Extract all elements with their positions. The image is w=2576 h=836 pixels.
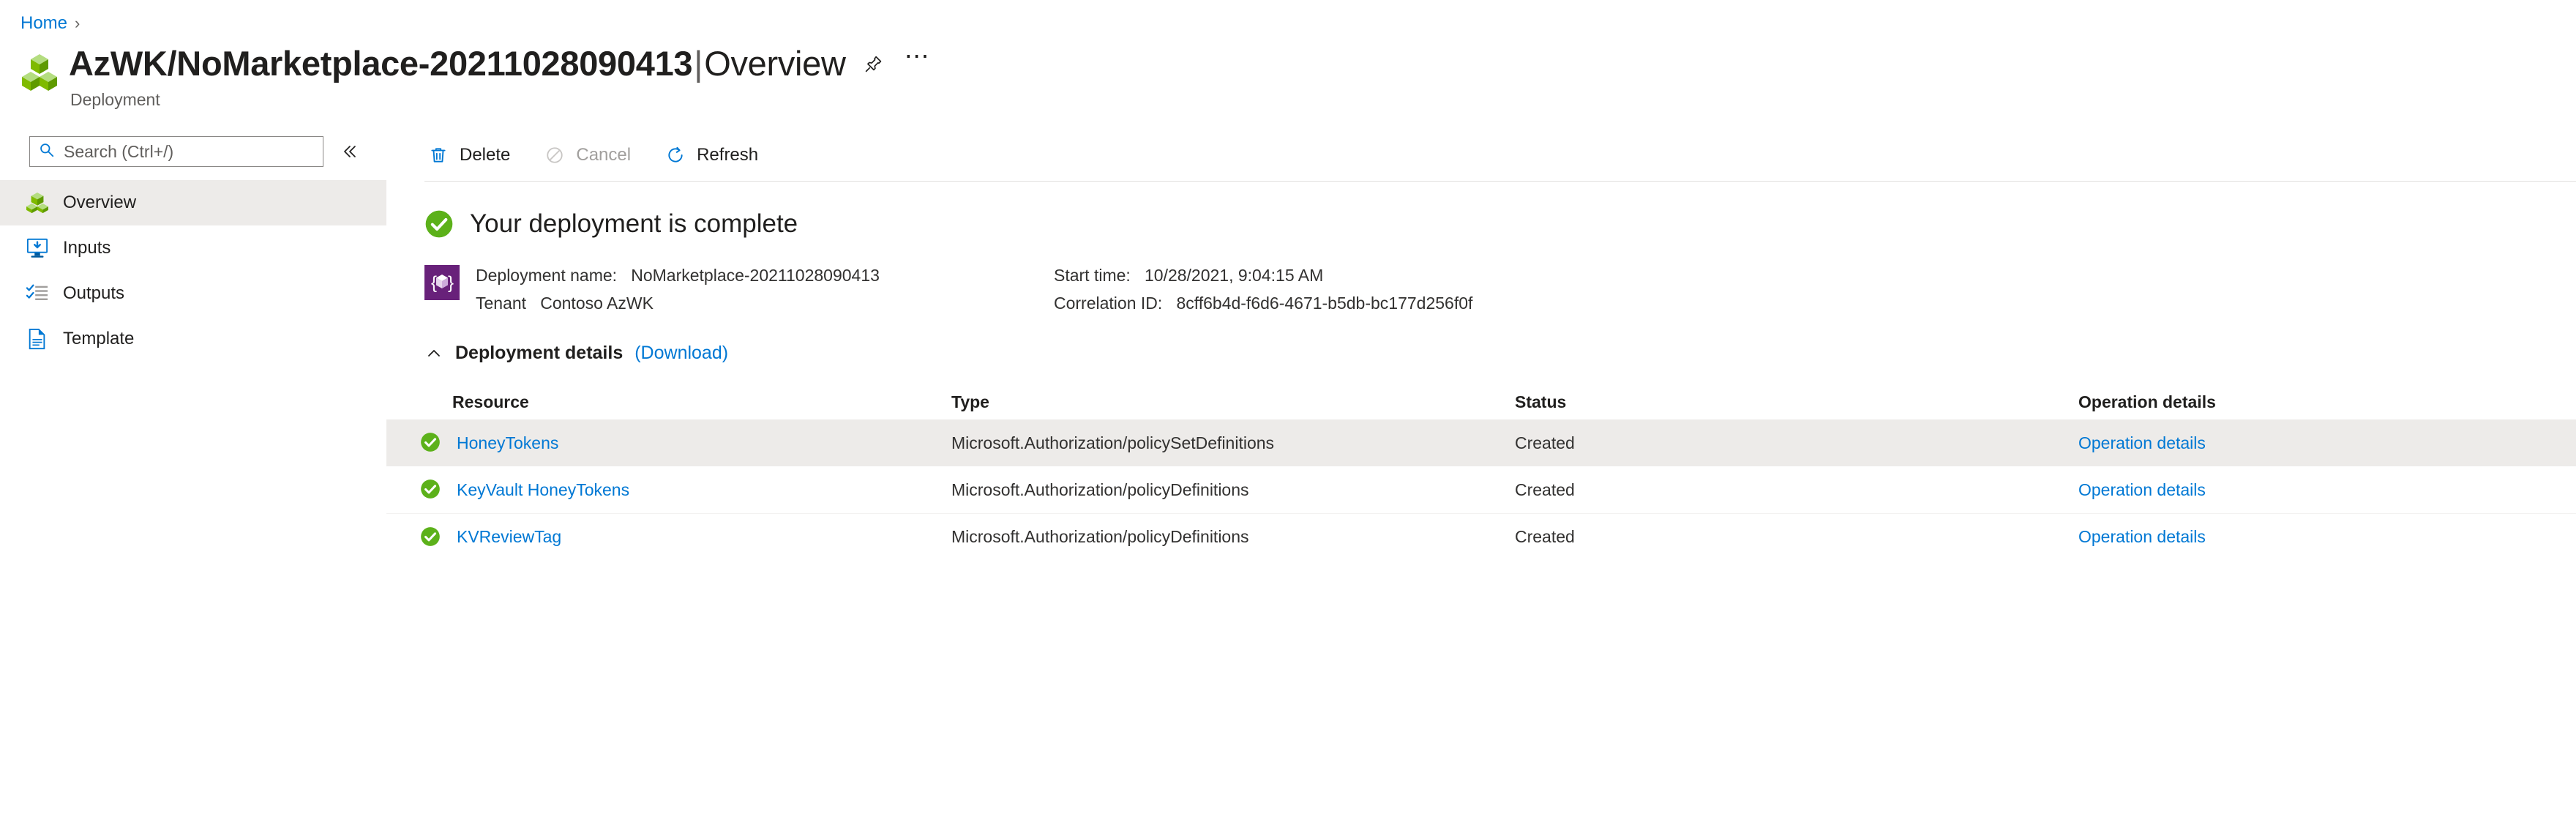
operation-details-link[interactable]: Operation details bbox=[2078, 480, 2206, 499]
resource-link[interactable]: HoneyTokens bbox=[457, 433, 558, 453]
correlation-id-value: 8cff6b4d-f6d6-4671-b5db-bc177d256f0f bbox=[1176, 294, 1473, 313]
resource-cell: KeyVault HoneyTokens bbox=[386, 479, 951, 501]
column-header-operation-details[interactable]: Operation details bbox=[2078, 392, 2576, 412]
sidebar-item-template[interactable]: Template bbox=[0, 316, 386, 362]
command-bar: Delete Cancel Refresh bbox=[386, 132, 2576, 179]
page-title: AzWK/NoMarketplace-20211028090413|Overvi… bbox=[69, 44, 846, 83]
deployment-summary-left: Deployment name: NoMarketplace-202110280… bbox=[476, 265, 1054, 313]
tenant-line: Tenant Contoso AzWK bbox=[476, 293, 1054, 313]
delete-button[interactable]: Delete bbox=[424, 139, 513, 171]
operation-details-link[interactable]: Operation details bbox=[2078, 527, 2206, 546]
deployment-name-label: Deployment name: bbox=[476, 266, 618, 285]
refresh-label: Refresh bbox=[697, 145, 759, 165]
operation-details-cell: Operation details bbox=[2078, 480, 2576, 500]
trash-icon bbox=[427, 144, 449, 166]
resource-cell: HoneyTokens bbox=[386, 432, 951, 454]
command-bar-divider bbox=[424, 181, 2576, 182]
ban-circle-icon bbox=[544, 144, 566, 166]
correlation-id-label: Correlation ID: bbox=[1054, 294, 1163, 313]
table-row[interactable]: KeyVault HoneyTokens Microsoft.Authoriza… bbox=[386, 466, 2576, 513]
svg-text:}: } bbox=[448, 273, 454, 293]
success-check-icon bbox=[424, 209, 454, 239]
deployment-details-toggle[interactable]: Deployment details (Download) bbox=[386, 313, 2576, 364]
blade-content: Your deployment is complete { } Deployme… bbox=[386, 183, 2576, 836]
breadcrumb-item-home[interactable]: Home bbox=[20, 13, 67, 34]
deployment-details-table: Resource Type Status Operation details H… bbox=[386, 384, 2576, 560]
azure-portal-blade: Home › AzWK/NoMarketplace-20211028090413… bbox=[0, 0, 2576, 836]
column-header-resource[interactable]: Resource bbox=[386, 392, 951, 412]
status-cell: Created bbox=[1515, 527, 1575, 546]
table-row[interactable]: KVReviewTag Microsoft.Authorization/poli… bbox=[386, 513, 2576, 560]
ellipsis-icon[interactable]: ⋯ bbox=[902, 44, 934, 80]
operation-details-cell: Operation details bbox=[2078, 433, 2576, 453]
deployment-summary-right: Start time: 10/28/2021, 9:04:15 AM Corre… bbox=[1054, 265, 1472, 313]
sidebar-item-outputs[interactable]: Outputs bbox=[0, 271, 386, 316]
deployment-name-line: Deployment name: NoMarketplace-202110280… bbox=[476, 265, 1054, 285]
success-check-icon bbox=[420, 432, 442, 454]
table-header-row: Resource Type Status Operation details bbox=[386, 384, 2576, 419]
resource-cell: KVReviewTag bbox=[386, 526, 951, 548]
column-header-type[interactable]: Type bbox=[951, 392, 1515, 412]
deployment-details-title: Deployment details bbox=[455, 343, 624, 363]
start-time-line: Start time: 10/28/2021, 9:04:15 AM bbox=[1054, 265, 1472, 285]
download-link[interactable]: (Download) bbox=[634, 343, 728, 364]
tenant-label: Tenant bbox=[476, 294, 527, 313]
column-header-status[interactable]: Status bbox=[1515, 392, 2078, 412]
delete-label: Delete bbox=[460, 145, 511, 165]
search-icon bbox=[39, 142, 55, 162]
start-time-label: Start time: bbox=[1054, 266, 1131, 285]
checklist-icon bbox=[26, 283, 48, 305]
sidebar: Overview Inputs bbox=[0, 132, 386, 836]
deployment-status-text: Your deployment is complete bbox=[470, 209, 798, 238]
resource-group-cubes-icon bbox=[20, 53, 59, 91]
refresh-icon bbox=[664, 144, 686, 166]
sidebar-item-label: Overview bbox=[63, 193, 137, 212]
deployment-name-value: NoMarketplace-20211028090413 bbox=[631, 266, 880, 285]
sidebar-item-overview[interactable]: Overview bbox=[0, 180, 386, 225]
sidebar-item-label: Inputs bbox=[63, 238, 111, 258]
table-row[interactable]: HoneyTokens Microsoft.Authorization/poli… bbox=[386, 419, 2576, 466]
sidebar-item-label: Outputs bbox=[63, 283, 125, 303]
tenant-value: Contoso AzWK bbox=[540, 294, 654, 313]
resource-link[interactable]: KeyVault HoneyTokens bbox=[457, 480, 629, 500]
cancel-button: Cancel bbox=[541, 139, 634, 171]
svg-text:{: { bbox=[431, 273, 437, 293]
success-check-icon bbox=[420, 526, 442, 548]
page-title-resource: AzWK/NoMarketplace-20211028090413 bbox=[69, 44, 693, 83]
sidebar-nav-list: Overview Inputs Outputs Template bbox=[0, 180, 386, 362]
resource-link[interactable]: KVReviewTag bbox=[457, 527, 561, 547]
status-cell: Created bbox=[1515, 479, 1575, 499]
start-time-value: 10/28/2021, 9:04:15 AM bbox=[1144, 266, 1324, 285]
pin-icon[interactable] bbox=[858, 48, 890, 80]
deployment-summary: { } Deployment name: NoMarketplace-20211… bbox=[386, 239, 2576, 313]
deployment-status-banner: Your deployment is complete bbox=[386, 183, 2576, 239]
search-input[interactable] bbox=[64, 141, 314, 162]
page-title-row: AzWK/NoMarketplace-20211028090413|Overvi… bbox=[20, 44, 934, 110]
status-cell: Created bbox=[1515, 433, 1575, 452]
page-subtitle: Deployment bbox=[70, 90, 160, 109]
page-title-section: Overview bbox=[704, 44, 846, 83]
operation-details-link[interactable]: Operation details bbox=[2078, 433, 2206, 452]
type-cell: Microsoft.Authorization/policyDefinition… bbox=[951, 479, 1249, 499]
chevron-up-icon[interactable] bbox=[424, 344, 443, 363]
operation-details-cell: Operation details bbox=[2078, 527, 2576, 547]
page-title-separator: | bbox=[694, 44, 703, 83]
refresh-button[interactable]: Refresh bbox=[662, 139, 761, 171]
chevron-double-left-icon[interactable] bbox=[335, 138, 363, 165]
breadcrumb-separator-icon: › bbox=[75, 14, 80, 32]
type-cell: Microsoft.Authorization/policyDefinition… bbox=[951, 527, 1249, 546]
type-cell: Microsoft.Authorization/policySetDefinit… bbox=[951, 433, 1275, 452]
success-check-icon bbox=[420, 479, 442, 501]
cubes-icon bbox=[26, 192, 48, 214]
correlation-id-line: Correlation ID: 8cff6b4d-f6d6-4671-b5db-… bbox=[1054, 293, 1472, 313]
cancel-label: Cancel bbox=[576, 145, 632, 165]
arm-template-icon: { } bbox=[424, 265, 460, 300]
sidebar-item-label: Template bbox=[63, 329, 135, 348]
document-icon bbox=[26, 328, 48, 350]
sidebar-item-inputs[interactable]: Inputs bbox=[0, 225, 386, 271]
search-box[interactable] bbox=[29, 136, 323, 167]
monitor-download-icon bbox=[26, 237, 48, 259]
breadcrumb: Home › bbox=[20, 13, 80, 34]
sidebar-search-row bbox=[0, 132, 386, 167]
